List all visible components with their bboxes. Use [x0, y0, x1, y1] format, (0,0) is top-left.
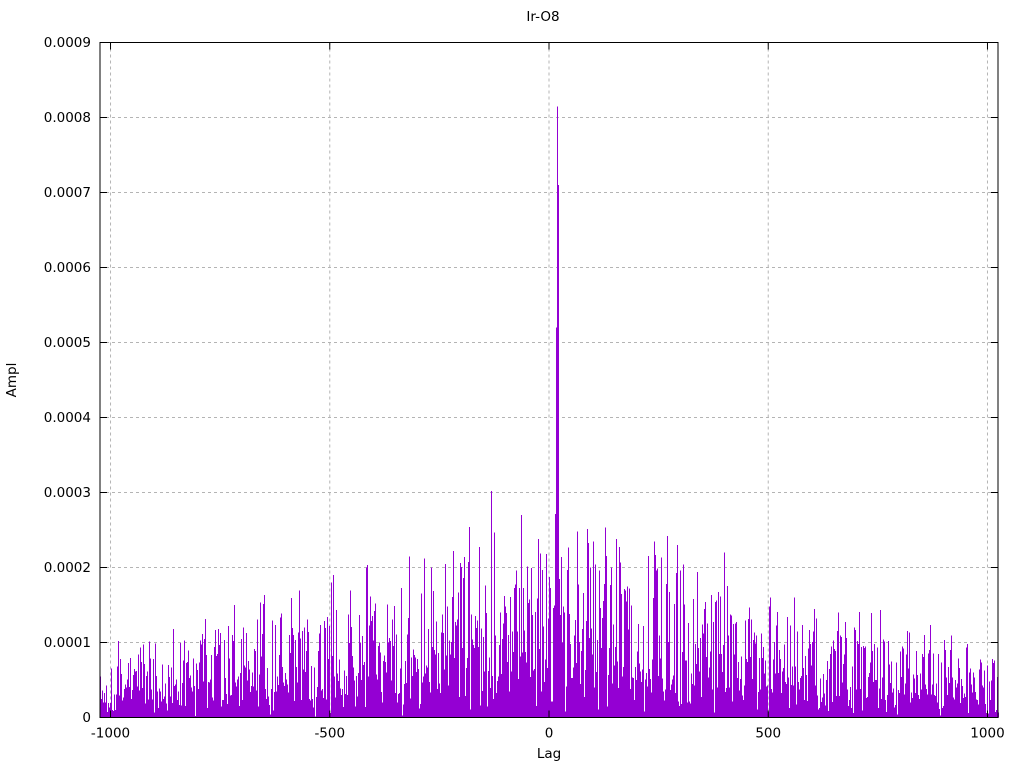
chart-title: Ir-O8 [526, 9, 559, 25]
y-tick-label: 0.0004 [44, 410, 91, 426]
y-axis-label: Ampl [4, 363, 20, 398]
x-tick-label: 0 [545, 726, 554, 742]
x-tick-label: 1000 [970, 726, 1004, 742]
y-tick-label: 0.0001 [44, 635, 91, 651]
plot-window: -1000 -500 0 500 1000 0 0.0001 0.0002 0.0003 0.00… [0, 0, 1024, 768]
x-axis-label: Lag [537, 746, 561, 762]
x-tick-label: -1000 [91, 726, 130, 742]
correlation-chart: -1000 -500 0 500 1000 0 0.0001 0.0002 0.0003 0.00… [0, 0, 1024, 768]
y-tick-label: 0.0007 [44, 185, 91, 201]
y-tick-label: 0 [82, 710, 91, 726]
y-tick-label: 0.0002 [44, 560, 91, 576]
y-tick-label: 0.0003 [44, 485, 91, 501]
x-tick-label: -500 [314, 726, 345, 742]
y-tick-label: 0.0008 [44, 110, 91, 126]
y-tick-label: 0.0005 [44, 335, 91, 351]
y-tick-label: 0.0009 [44, 35, 91, 51]
x-tick-label: 500 [755, 726, 781, 742]
y-tick-label: 0.0006 [44, 260, 91, 276]
